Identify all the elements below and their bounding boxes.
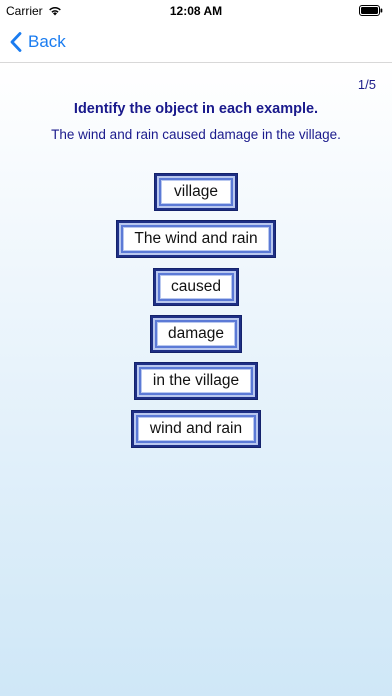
- option-button-wind-and-rain[interactable]: wind and rain: [132, 411, 260, 447]
- chevron-left-icon: [10, 32, 22, 52]
- option-button-the-wind-and-rain[interactable]: The wind and rain: [117, 221, 275, 257]
- quiz-content: 1/5 Identify the object in each example.…: [0, 63, 392, 696]
- question-counter: 1/5: [357, 77, 376, 92]
- clock: 12:08 AM: [169, 4, 223, 18]
- navigation-bar: Back: [0, 22, 392, 63]
- example-sentence: The wind and rain caused damage in the v…: [51, 127, 341, 142]
- battery-icon: [359, 5, 383, 16]
- option-button-in-the-village[interactable]: in the village: [135, 363, 257, 399]
- option-button-caused[interactable]: caused: [154, 269, 238, 305]
- question-title: Identify the object in each example.: [73, 101, 319, 117]
- option-button-damage[interactable]: damage: [151, 316, 241, 352]
- option-button-village[interactable]: village: [155, 174, 237, 210]
- back-button[interactable]: Back: [10, 28, 66, 56]
- back-label: Back: [28, 32, 66, 51]
- status-bar: Carrier 12:08 AM: [0, 0, 392, 22]
